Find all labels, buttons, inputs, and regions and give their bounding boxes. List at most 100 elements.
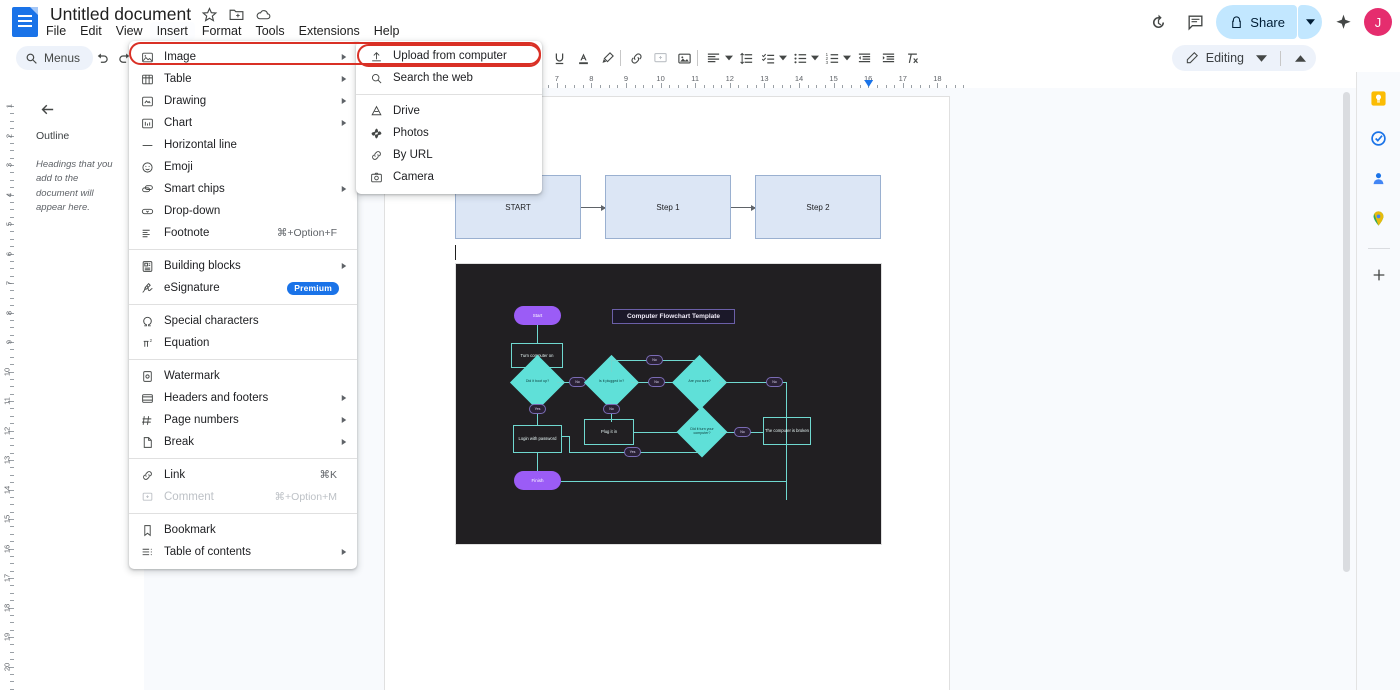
insert-menu-item-footnote[interactable]: Footnote ⌘+Option+F (129, 222, 357, 244)
line-spacing-button[interactable] (735, 47, 757, 69)
image-submenu-item-upload-from-computer[interactable]: Upload from computer (356, 45, 542, 67)
comment-history-icon[interactable] (1179, 6, 1211, 38)
flowchart-image[interactable]: Computer Flowchart Template Start Turn c… (455, 263, 882, 545)
avatar[interactable]: J (1364, 8, 1392, 36)
outline-empty-text: Headings that you add to the document wi… (36, 159, 113, 213)
collapse-toolbar-button[interactable] (1290, 48, 1310, 68)
insert-menu-item-esignature[interactable]: eSignature Premium (129, 277, 357, 299)
menu-tools[interactable]: Tools (248, 22, 291, 40)
flowchart-edge-label: No (648, 377, 665, 387)
underline-button[interactable] (548, 47, 570, 69)
comment-icon (139, 489, 156, 506)
svg-text:2: 2 (150, 337, 153, 342)
star-icon[interactable] (200, 6, 218, 24)
insert-menu-item-horizontal-line[interactable]: Horizontal line (129, 134, 357, 156)
image-submenu-item-drive[interactable]: Drive (356, 100, 542, 122)
editing-mode-button[interactable]: Editing (1171, 45, 1316, 71)
image-submenu-item-search-the-web[interactable]: Search the web (356, 67, 542, 89)
headers-footers-icon (139, 390, 156, 407)
google-keep-icon[interactable] (1365, 84, 1393, 112)
insert-menu-item-headers-and-footers[interactable]: Headers and footers (129, 387, 357, 409)
undo-icon[interactable] (90, 47, 112, 69)
vertical-ruler[interactable]: 1 2 3 4 5 6 7 8 9 10 11 12 13 14 15 16 17 18 19 20 (0, 88, 14, 690)
bulleted-list-dropdown[interactable] (809, 47, 820, 69)
menu-insert[interactable]: Insert (149, 22, 195, 40)
decrease-indent-button[interactable] (853, 47, 875, 69)
insert-menu-item-chart[interactable]: Chart (129, 112, 357, 134)
insert-menu-item-drawing[interactable]: Drawing (129, 90, 357, 112)
menus-search-button[interactable]: Menus (16, 46, 94, 70)
increase-indent-button[interactable] (877, 47, 899, 69)
insert-menu-item-building-blocks[interactable]: Building blocks (129, 255, 357, 277)
image-submenu-item-camera[interactable]: Camera (356, 166, 542, 188)
camera-icon (368, 169, 384, 185)
insert-menu-item-special-characters[interactable]: Special characters (129, 310, 357, 332)
share-dropdown-button[interactable] (1298, 5, 1322, 39)
submenu-arrow-icon (339, 53, 348, 62)
insert-menu-item-smart-chips[interactable]: Smart chips (129, 178, 357, 200)
text-color-button[interactable] (572, 47, 594, 69)
highlight-color-button[interactable] (596, 47, 618, 69)
share-button[interactable]: Share (1216, 5, 1297, 39)
flow-box-step1[interactable]: Step 1 (605, 175, 731, 239)
menu-view[interactable]: View (109, 22, 150, 40)
back-arrow-icon[interactable] (36, 98, 58, 120)
menu-format[interactable]: Format (195, 22, 249, 40)
menu-file[interactable]: File (39, 22, 73, 40)
add-comment-button[interactable] (649, 47, 671, 69)
search-icon (368, 70, 384, 86)
insert-menu-item-break[interactable]: Break (129, 431, 357, 453)
insert-menu-item-comment[interactable]: Comment ⌘+Option+M (129, 486, 357, 508)
document-scrollbar[interactable] (1343, 92, 1350, 572)
version-history-icon[interactable] (1142, 6, 1174, 38)
dropdown-icon (139, 203, 156, 220)
drive-icon (368, 103, 384, 119)
menu-item-label: Table (164, 73, 192, 85)
flowchart-process: The computer is broken (763, 417, 811, 445)
checklist-dropdown[interactable] (777, 47, 788, 69)
insert-link-button[interactable] (625, 47, 647, 69)
flow-box-label: Step 2 (806, 202, 830, 212)
numbered-list-dropdown[interactable] (841, 47, 852, 69)
checklist-button[interactable] (757, 47, 779, 69)
menu-extensions[interactable]: Extensions (292, 22, 367, 40)
clear-formatting-button[interactable] (901, 47, 923, 69)
insert-menu-item-drop-down[interactable]: Drop-down (129, 200, 357, 222)
insert-menu-item-link[interactable]: Link ⌘K (129, 464, 357, 486)
flow-box-step2[interactable]: Step 2 (755, 175, 881, 239)
insert-menu-item-bookmark[interactable]: Bookmark (129, 519, 357, 541)
flowchart-title: Computer Flowchart Template (612, 309, 735, 324)
menu-item-label: Equation (164, 337, 210, 349)
align-button[interactable] (702, 47, 724, 69)
menu-edit[interactable]: Edit (73, 22, 109, 40)
folder-icon[interactable] (227, 6, 245, 24)
google-tasks-icon[interactable] (1365, 124, 1393, 152)
cloud-saved-icon[interactable] (254, 6, 272, 24)
bulleted-list-button[interactable] (789, 47, 811, 69)
menu-help[interactable]: Help (367, 22, 407, 40)
image-submenu-item-by-url[interactable]: By URL (356, 144, 542, 166)
editing-dropdown[interactable] (1251, 48, 1271, 68)
insert-menu-item-image[interactable]: Image (129, 46, 357, 68)
submenu-item-label: Upload from computer (393, 50, 507, 62)
menu-item-label: Emoji (164, 161, 193, 173)
omega-icon (139, 313, 156, 330)
photos-icon (368, 125, 384, 141)
google-maps-icon[interactable] (1365, 204, 1393, 232)
image-submenu-item-photos[interactable]: Photos (356, 122, 542, 144)
google-contacts-icon[interactable] (1365, 164, 1393, 192)
insert-menu[interactable]: Image Table Drawing Chart Horizontal line Emo… (129, 41, 357, 569)
insert-menu-item-equation[interactable]: 2 Equation (129, 332, 357, 354)
add-ons-plus-icon[interactable] (1365, 261, 1393, 289)
menu-item-label: Drop-down (164, 205, 221, 217)
numbered-list-button[interactable]: 123 (821, 47, 843, 69)
gemini-spark-icon[interactable] (1327, 6, 1359, 38)
insert-menu-item-emoji[interactable]: Emoji (129, 156, 357, 178)
insert-menu-item-watermark[interactable]: Watermark (129, 365, 357, 387)
insert-image-button[interactable] (673, 47, 695, 69)
align-dropdown[interactable] (723, 47, 734, 69)
insert-menu-item-table[interactable]: Table (129, 68, 357, 90)
insert-menu-item-page-numbers[interactable]: Page numbers (129, 409, 357, 431)
image-submenu[interactable]: Upload from computer Search the web Drive P… (356, 41, 542, 194)
insert-menu-item-table-of-contents[interactable]: Table of contents (129, 541, 357, 563)
